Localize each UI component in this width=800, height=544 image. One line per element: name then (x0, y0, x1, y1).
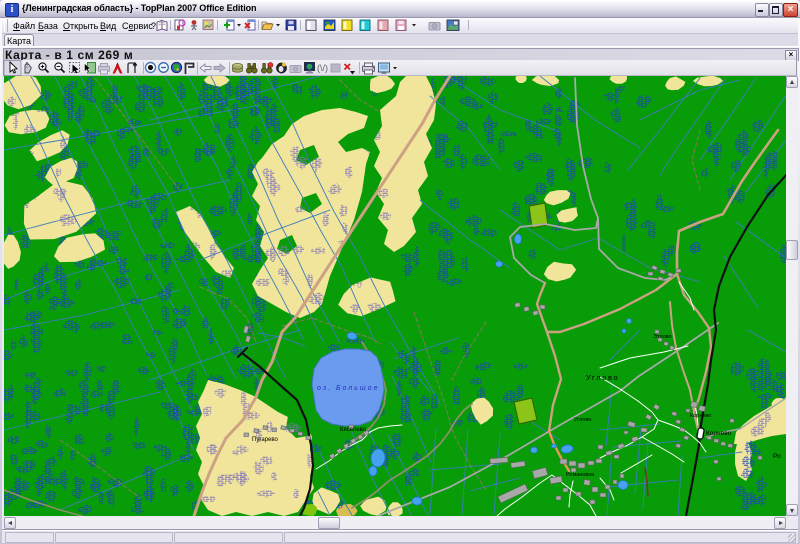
svg-text:Пугарево: Пугарево (252, 437, 279, 443)
svg-text:(\/): (\/) (317, 63, 328, 73)
svg-text:Кяселево: Кяселево (340, 427, 367, 433)
svg-text:Корнево: Корнево (690, 413, 711, 419)
svg-text:Углово: Углово (574, 417, 591, 423)
svg-text:Романовка: Романовка (566, 472, 595, 478)
svg-text:Этлово: Этлово (653, 334, 672, 340)
svg-text:оз. Большое: оз. Большое (317, 385, 379, 392)
svg-text:Углово: Углово (586, 373, 619, 382)
svg-text:Корнево: Корнево (706, 430, 732, 437)
svg-text:Ро: Ро (773, 453, 781, 460)
